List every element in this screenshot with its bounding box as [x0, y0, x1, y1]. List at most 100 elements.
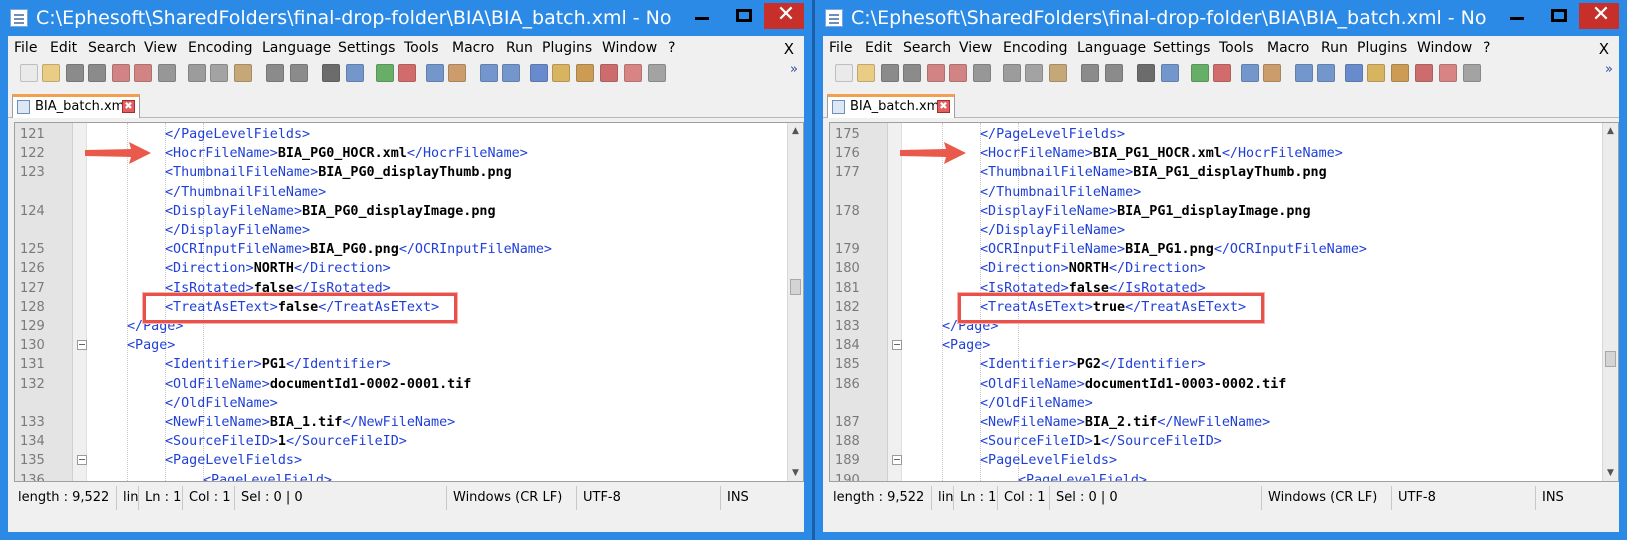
- menu-help[interactable]: ?: [668, 40, 675, 56]
- scroll-thumb[interactable]: [1605, 351, 1616, 367]
- redo-icon[interactable]: [290, 64, 308, 82]
- cut-icon[interactable]: [188, 64, 206, 82]
- doc-map-icon[interactable]: [1391, 64, 1409, 82]
- menu-edit[interactable]: Edit: [865, 40, 892, 56]
- fold-toggle-icon[interactable]: [892, 340, 902, 351]
- menu-encoding[interactable]: Encoding: [1003, 40, 1068, 56]
- redo-icon[interactable]: [1105, 64, 1123, 82]
- close-icon[interactable]: [112, 64, 130, 82]
- sync-v-icon[interactable]: [426, 64, 444, 82]
- scroll-up-icon[interactable]: ▲: [788, 123, 803, 139]
- tab-close-icon[interactable]: ✖: [122, 100, 135, 113]
- paste-icon[interactable]: [234, 64, 252, 82]
- menu-view[interactable]: View: [144, 40, 177, 56]
- cut-icon[interactable]: [1003, 64, 1021, 82]
- minimize-button[interactable]: [1497, 3, 1537, 29]
- menu-run[interactable]: Run: [1321, 40, 1348, 56]
- undo-icon[interactable]: [266, 64, 284, 82]
- menu-window[interactable]: Window: [602, 40, 657, 56]
- paste-icon[interactable]: [1049, 64, 1067, 82]
- scroll-up-icon[interactable]: ▲: [1603, 123, 1618, 139]
- new-file-icon[interactable]: [835, 64, 853, 82]
- indent-guide-icon[interactable]: [1345, 64, 1363, 82]
- sync-h-icon[interactable]: [1263, 64, 1281, 82]
- close-icon[interactable]: [927, 64, 945, 82]
- menu-macro[interactable]: Macro: [452, 40, 494, 56]
- save-icon[interactable]: [66, 64, 84, 82]
- zoom-out-icon[interactable]: [1213, 64, 1231, 82]
- find-icon[interactable]: [1137, 64, 1155, 82]
- open-file-icon[interactable]: [857, 64, 875, 82]
- vertical-scrollbar[interactable]: ▲ ▼: [1602, 123, 1618, 481]
- menu-language[interactable]: Language: [1077, 40, 1146, 56]
- zoom-in-icon[interactable]: [376, 64, 394, 82]
- save-all-icon[interactable]: [903, 64, 921, 82]
- print-icon[interactable]: [158, 64, 176, 82]
- menu-edit[interactable]: Edit: [50, 40, 77, 56]
- copy-icon[interactable]: [210, 64, 228, 82]
- menu-tools[interactable]: Tools: [1219, 40, 1254, 56]
- indent-guide-icon[interactable]: [530, 64, 548, 82]
- close-button[interactable]: ✕: [1579, 3, 1619, 29]
- menu-search[interactable]: Search: [903, 40, 951, 56]
- tab-bia-batch-xml[interactable]: BIA_batch.xml ✖: [12, 94, 140, 118]
- vertical-scrollbar[interactable]: ▲ ▼: [787, 123, 803, 481]
- all-chars-icon[interactable]: [1317, 64, 1335, 82]
- menu-tools[interactable]: Tools: [404, 40, 439, 56]
- doc-map-icon[interactable]: [576, 64, 594, 82]
- menu-settings[interactable]: Settings: [338, 40, 395, 56]
- sync-v-icon[interactable]: [1241, 64, 1259, 82]
- undo-icon[interactable]: [1081, 64, 1099, 82]
- open-file-icon[interactable]: [42, 64, 60, 82]
- folder-workspace-icon[interactable]: [624, 64, 642, 82]
- menu-file[interactable]: File: [829, 40, 852, 56]
- save-all-icon[interactable]: [88, 64, 106, 82]
- menu-language[interactable]: Language: [262, 40, 331, 56]
- lang-icon[interactable]: [1367, 64, 1385, 82]
- copy-icon[interactable]: [1025, 64, 1043, 82]
- print-icon[interactable]: [973, 64, 991, 82]
- maximize-button[interactable]: [1539, 3, 1579, 29]
- maximize-button[interactable]: [724, 3, 764, 29]
- menu-settings[interactable]: Settings: [1153, 40, 1210, 56]
- menu-window[interactable]: Window: [1417, 40, 1472, 56]
- menu-file[interactable]: File: [14, 40, 37, 56]
- zoom-out-icon[interactable]: [398, 64, 416, 82]
- func-list-icon[interactable]: [1415, 64, 1433, 82]
- minimize-button[interactable]: [682, 3, 722, 29]
- fold-toggle-icon[interactable]: [892, 455, 902, 466]
- new-file-icon[interactable]: [20, 64, 38, 82]
- menu-help[interactable]: ?: [1483, 40, 1490, 56]
- close-document-button[interactable]: X: [1599, 40, 1609, 58]
- fold-toggle-icon[interactable]: [77, 340, 87, 351]
- text-editor[interactable]: 175 </PageLevelFields> 176 <HocrFileName>BI…: [829, 122, 1619, 482]
- monitor-icon[interactable]: [1463, 64, 1481, 82]
- menu-search[interactable]: Search: [88, 40, 136, 56]
- all-chars-icon[interactable]: [502, 64, 520, 82]
- lang-icon[interactable]: [552, 64, 570, 82]
- folder-workspace-icon[interactable]: [1439, 64, 1457, 82]
- menu-plugins[interactable]: Plugins: [542, 40, 592, 56]
- scroll-down-icon[interactable]: ▼: [1603, 465, 1618, 481]
- toolbar-overflow-icon[interactable]: »: [1605, 62, 1613, 77]
- zoom-in-icon[interactable]: [1191, 64, 1209, 82]
- close-document-button[interactable]: X: [784, 40, 794, 58]
- func-list-icon[interactable]: [600, 64, 618, 82]
- fold-toggle-icon[interactable]: [77, 455, 87, 466]
- save-icon[interactable]: [881, 64, 899, 82]
- replace-icon[interactable]: [1161, 64, 1179, 82]
- word-wrap-icon[interactable]: [1295, 64, 1313, 82]
- menu-view[interactable]: View: [959, 40, 992, 56]
- close-all-icon[interactable]: [949, 64, 967, 82]
- word-wrap-icon[interactable]: [480, 64, 498, 82]
- close-all-icon[interactable]: [134, 64, 152, 82]
- scroll-down-icon[interactable]: ▼: [788, 465, 803, 481]
- scroll-thumb[interactable]: [790, 279, 801, 295]
- menu-run[interactable]: Run: [506, 40, 533, 56]
- text-editor[interactable]: 121 </PageLevelFields> 122 <HocrFileName>BI…: [14, 122, 804, 482]
- notepad-app-icon[interactable]: [825, 9, 843, 27]
- find-icon[interactable]: [322, 64, 340, 82]
- replace-icon[interactable]: [346, 64, 364, 82]
- monitor-icon[interactable]: [648, 64, 666, 82]
- tab-bia-batch-xml[interactable]: BIA_batch.xml ✖: [827, 94, 955, 118]
